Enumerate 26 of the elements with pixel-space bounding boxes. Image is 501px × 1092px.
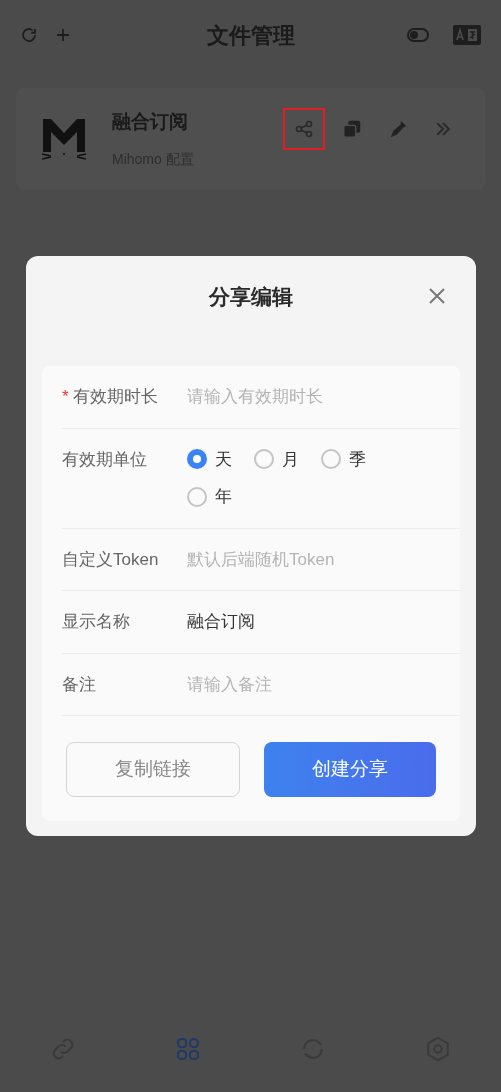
toggle-icon[interactable] <box>407 28 429 42</box>
text-field[interactable]: 请输入有效期时长 <box>187 384 460 410</box>
translate-icon[interactable] <box>453 25 481 45</box>
field-label: 有效期单位 <box>62 448 147 471</box>
field-label: 有效期时长 <box>72 386 158 408</box>
text-field[interactable]: 默认后端随机Token <box>187 546 460 572</box>
share-button[interactable] <box>283 108 325 150</box>
dialog-title: 分享编辑 <box>209 284 293 311</box>
text-field[interactable]: 融合订阅 <box>187 609 460 635</box>
field-label: 显示名称 <box>62 611 130 633</box>
copy-icon[interactable] <box>341 118 363 140</box>
text-field[interactable]: 请输入备注 <box>187 671 460 697</box>
required-mark: * <box>62 386 69 408</box>
radio-option[interactable]: 天 <box>187 446 232 472</box>
create-share-button[interactable]: 创建分享 <box>264 742 436 797</box>
radio-option[interactable]: 季 <box>321 446 366 472</box>
cat-logo-icon <box>40 116 88 162</box>
refresh-icon[interactable] <box>20 26 38 44</box>
radio-option[interactable]: 月 <box>254 446 299 472</box>
copy-link-button[interactable]: 复制链接 <box>66 742 240 797</box>
share-icon <box>294 119 314 139</box>
close-icon[interactable] <box>428 287 446 305</box>
field-label: 备注 <box>62 673 96 696</box>
radio-option[interactable]: 年 <box>187 484 232 510</box>
plus-icon[interactable] <box>54 26 72 44</box>
field-label: 自定义Token <box>62 548 159 571</box>
